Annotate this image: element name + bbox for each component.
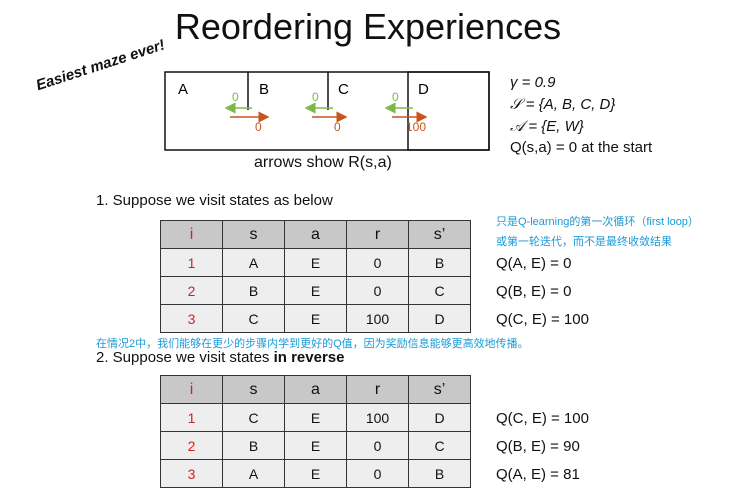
- state-label-d: D: [418, 81, 429, 98]
- cell-reward: 100: [346, 403, 409, 432]
- table-row: 1 A E 0 B: [160, 248, 471, 277]
- q-value-reverse-2: Q(B, E) = 90: [496, 438, 580, 455]
- state-label-b: B: [259, 81, 269, 98]
- cell-index: 2: [160, 431, 223, 460]
- q-value-reverse-3: Q(A, E) = 81: [496, 466, 580, 483]
- cell-index: 3: [160, 304, 223, 333]
- header-cell: r: [346, 375, 409, 404]
- note-first-loop-line2: 或第一轮迭代，而不是最终收敛结果: [496, 236, 672, 248]
- table-row: 3 C E 100 D: [160, 304, 471, 333]
- cell-next-state: B: [408, 248, 471, 277]
- cell-state: A: [222, 459, 285, 488]
- table-forward: i s a r s’ 1 A E 0 B 2 B E 0 C 3 C E 100…: [160, 220, 471, 333]
- cell-next-state: D: [408, 304, 471, 333]
- cell-index: 3: [160, 459, 223, 488]
- header-cell: s’: [408, 220, 471, 249]
- cell-action: E: [284, 248, 347, 277]
- cell-index: 1: [160, 403, 223, 432]
- note-first-loop-line1: 只是Q-learning的第一次循环（first loop）: [496, 216, 699, 228]
- cell-action: E: [284, 276, 347, 305]
- right-arrow-value-1: 0: [255, 120, 262, 134]
- param-init: Q(s,a) = 0 at the start: [510, 139, 653, 156]
- header-cell: a: [284, 375, 347, 404]
- cell-index: 2: [160, 276, 223, 305]
- table-reverse: i s a r s’ 1 C E 100 D 2 B E 0 C 3 A E 0…: [160, 375, 471, 488]
- q-value-reverse-1: Q(C, E) = 100: [496, 410, 589, 427]
- cell-next-state: C: [408, 431, 471, 460]
- cell-state: B: [222, 276, 285, 305]
- cell-next-state: B: [408, 459, 471, 488]
- cell-action: E: [284, 304, 347, 333]
- right-arrow-value-2: 0: [334, 120, 341, 134]
- cell-next-state: C: [408, 276, 471, 305]
- cell-action: E: [284, 403, 347, 432]
- cell-action: E: [284, 431, 347, 460]
- state-label-a: A: [178, 81, 188, 98]
- param-actions: 𝒜 = {E, W}: [510, 118, 584, 135]
- cell-reward: 0: [346, 276, 409, 305]
- table-header-row: i s a r s’: [160, 375, 471, 404]
- left-arrow-value-1: 0: [232, 90, 239, 104]
- cell-state: A: [222, 248, 285, 277]
- cell-reward: 0: [346, 431, 409, 460]
- header-cell: r: [346, 220, 409, 249]
- table-header-row: i s a r s’: [160, 220, 471, 249]
- cell-reward: 100: [346, 304, 409, 333]
- q-value-forward-3: Q(C, E) = 100: [496, 311, 589, 328]
- param-states: 𝒮 = {A, B, C, D}: [510, 96, 616, 113]
- table-row: 2 B E 0 C: [160, 431, 471, 460]
- cell-next-state: D: [408, 403, 471, 432]
- header-cell: s: [222, 220, 285, 249]
- section1-heading: 1. Suppose we visit states as below: [96, 192, 333, 209]
- left-arrow-value-3: 0: [392, 90, 399, 104]
- table-row: 2 B E 0 C: [160, 276, 471, 305]
- section2-heading: 2. Suppose we visit states in reverse: [96, 349, 344, 366]
- section2-heading-bold: in reverse: [273, 349, 345, 366]
- cell-state: B: [222, 431, 285, 460]
- cell-state: C: [222, 403, 285, 432]
- state-label-c: C: [338, 81, 349, 98]
- cell-state: C: [222, 304, 285, 333]
- table-row: 3 A E 0 B: [160, 459, 471, 488]
- header-cell: i: [160, 220, 223, 249]
- cell-index: 1: [160, 248, 223, 277]
- header-cell: i: [160, 375, 223, 404]
- header-cell: s: [222, 375, 285, 404]
- param-gamma: γ = 0.9: [510, 74, 556, 91]
- q-value-forward-1: Q(A, E) = 0: [496, 255, 572, 272]
- section2-heading-prefix: 2. Suppose we visit states: [96, 349, 274, 366]
- right-arrow-value-3: 100: [406, 120, 426, 134]
- cell-action: E: [284, 459, 347, 488]
- header-cell: s’: [408, 375, 471, 404]
- cell-reward: 0: [346, 459, 409, 488]
- maze-caption: arrows show R(s,a): [254, 154, 392, 171]
- cell-reward: 0: [346, 248, 409, 277]
- left-arrow-value-2: 0: [312, 90, 319, 104]
- q-value-forward-2: Q(B, E) = 0: [496, 283, 572, 300]
- header-cell: a: [284, 220, 347, 249]
- table-row: 1 C E 100 D: [160, 403, 471, 432]
- maze-outer-box: [164, 71, 490, 151]
